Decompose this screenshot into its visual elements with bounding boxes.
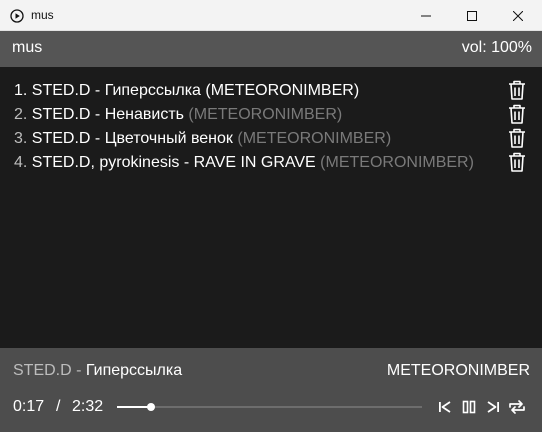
track-number: 2. [14, 106, 32, 123]
trash-icon[interactable] [508, 104, 526, 124]
window-title: mus [31, 8, 54, 22]
repeat-icon[interactable] [507, 398, 527, 416]
track-number: 1. [14, 82, 32, 99]
maximize-button[interactable] [449, 0, 495, 31]
app-name: mus [12, 39, 43, 56]
track-row[interactable]: 1. STED.D - Гиперссылка (METEORONIMBER) [14, 79, 534, 103]
track-title: STED.D, pyrokinesis - RAVE IN GRAVE [31, 154, 316, 171]
track-title: STED.D - Гиперссылка [31, 82, 201, 99]
player-bar: STED.D - Гиперссылка METEORONIMBER 0:17 … [0, 348, 542, 432]
track-album: (METEORONIMBER) [315, 154, 474, 171]
now-playing-artist: STED.D [13, 362, 72, 379]
trash-icon[interactable] [508, 80, 526, 100]
window-titlebar: mus [0, 0, 542, 31]
seek-handle[interactable] [146, 403, 155, 411]
trash-icon[interactable] [508, 128, 526, 148]
current-time: 0:17 [13, 398, 45, 415]
now-playing-album: METEORONIMBER [386, 362, 530, 379]
playlist: 1. STED.D - Гиперссылка (METEORONIMBER) … [0, 67, 542, 348]
close-icon [513, 10, 523, 21]
next-icon[interactable] [484, 398, 502, 416]
seek-progress [117, 406, 151, 408]
track-row[interactable]: 3. STED.D - Цветочный венок (METEORONIMB… [14, 127, 534, 151]
trash-icon[interactable] [508, 152, 526, 172]
track-title: STED.D - Ненависть [31, 106, 184, 123]
track-number: 4. [14, 154, 32, 171]
volume-label[interactable]: vol: 100% [462, 39, 532, 57]
minimize-button[interactable] [403, 0, 449, 31]
now-playing-title: Гиперссылка [85, 362, 183, 379]
close-button[interactable] [495, 0, 541, 31]
track-text: 1. STED.D - Гиперссылка (METEORONIMBER) [14, 82, 359, 100]
app-header: mus vol: 100% [0, 31, 542, 67]
maximize-icon [467, 10, 477, 21]
track-album: (METEORONIMBER) [232, 130, 392, 147]
track-text: 3. STED.D - Цветочный венок (METEORONIMB… [14, 130, 391, 148]
track-text: 2. STED.D - Ненависть (METEORONIMBER) [14, 106, 342, 124]
play-circle-icon [10, 9, 24, 23]
now-playing: STED.D - Гиперссылка [13, 362, 182, 380]
track-number: 3. [14, 130, 32, 147]
minimize-icon [421, 15, 431, 16]
pause-icon[interactable] [460, 398, 478, 416]
previous-icon[interactable] [436, 398, 454, 416]
track-album: (METEORONIMBER) [183, 106, 343, 123]
track-title: STED.D - Цветочный венок [31, 130, 233, 147]
now-playing-separator: - [71, 362, 86, 379]
track-row[interactable]: 2. STED.D - Ненависть (METEORONIMBER) [14, 103, 534, 127]
track-row[interactable]: 4. STED.D, pyrokinesis - RAVE IN GRAVE (… [14, 151, 534, 175]
track-album: (METEORONIMBER) [200, 82, 360, 99]
total-time: 2:32 [72, 398, 104, 415]
track-text: 4. STED.D, pyrokinesis - RAVE IN GRAVE (… [14, 154, 474, 172]
seek-bar[interactable] [117, 403, 422, 411]
time-separator: / [56, 398, 61, 415]
